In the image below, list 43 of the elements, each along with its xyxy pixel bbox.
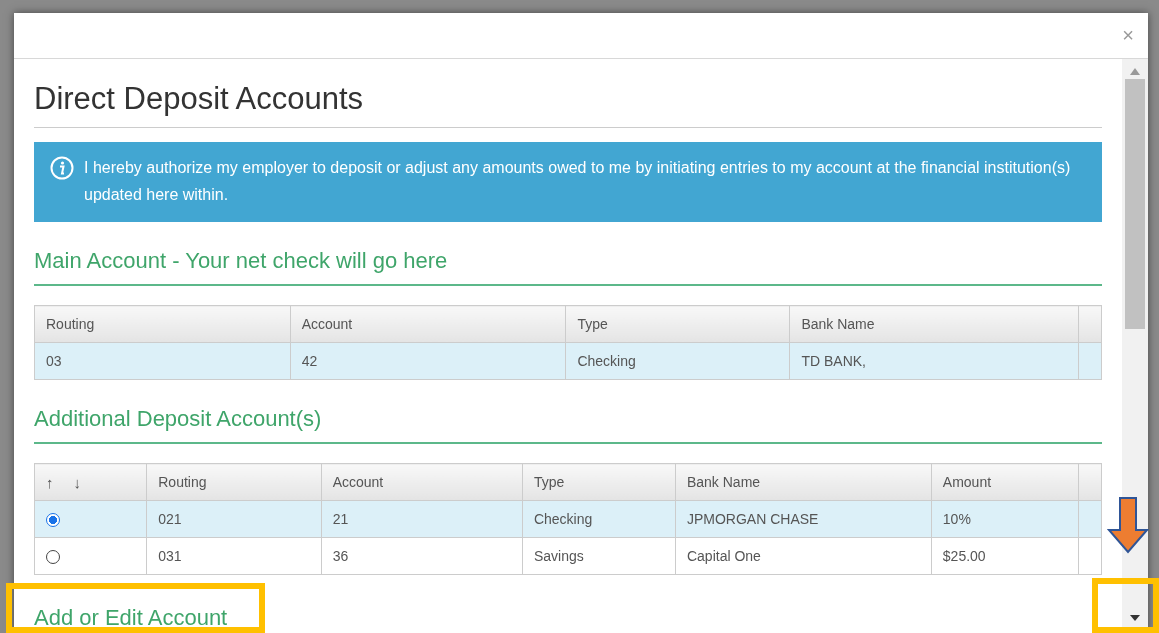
- column-header: Routing: [146, 463, 322, 501]
- sort-up-button[interactable]: ↑: [46, 473, 54, 491]
- table-cell: 36: [321, 537, 523, 575]
- section-heading: Additional Deposit Account(s): [34, 406, 1102, 444]
- table-cell: Savings: [522, 537, 676, 575]
- column-header: Bank Name: [675, 463, 932, 501]
- table-cell: 42: [290, 342, 566, 380]
- section-heading: Add or Edit Account: [34, 605, 229, 632]
- down-arrow-icon: [1107, 497, 1149, 555]
- table-row[interactable]: 03 42 Checking TD BANK,: [34, 342, 1102, 380]
- scroll-down-icon[interactable]: [1130, 615, 1140, 621]
- dialog-title: Direct Deposit Accounts: [34, 81, 1102, 128]
- highlight-frame: [1092, 578, 1159, 633]
- column-header: Routing: [34, 305, 291, 343]
- table-cell: TD BANK,: [789, 342, 1079, 380]
- column-header: Type: [565, 305, 790, 343]
- column-header: [1078, 463, 1102, 501]
- scroll-up-icon[interactable]: [1130, 68, 1140, 75]
- row-radio[interactable]: [46, 513, 60, 528]
- column-header: Account: [290, 305, 566, 343]
- column-header: [1078, 305, 1102, 343]
- column-header: Amount: [931, 463, 1079, 501]
- table-cell: 031: [146, 537, 322, 575]
- row-radio[interactable]: [46, 550, 60, 565]
- table-cell: JPMORGAN CHASE: [675, 500, 932, 538]
- notice-text: I hereby authorize my employer to deposit or adjust any amounts owed to me by initiating entries to my account at the financial institution(s) updated here within.: [84, 158, 1072, 205]
- table-cell: 10%: [931, 500, 1079, 538]
- scrollbar-thumb[interactable]: [1125, 79, 1145, 329]
- table-cell: Checking: [522, 500, 676, 538]
- table-cell: 03: [34, 342, 291, 380]
- table-cell: 021: [146, 500, 322, 538]
- table-cell: Checking: [565, 342, 790, 380]
- table-row[interactable]: 031 36 Savings Capital One $25.00: [34, 537, 1102, 575]
- sort-down-button[interactable]: ↓: [73, 473, 81, 491]
- info-icon: [50, 156, 74, 180]
- table-row[interactable]: 021 21 Checking JPMORGAN CHASE 10%: [34, 500, 1102, 538]
- table-cell: Capital One: [675, 537, 932, 575]
- column-header: Bank Name: [789, 305, 1079, 343]
- section-heading: Main Account - Your net check will go here: [34, 248, 1102, 286]
- table-cell: 21: [321, 500, 523, 538]
- column-header: Account: [321, 463, 523, 501]
- table-cell: $25.00: [931, 537, 1079, 575]
- column-header: Type: [522, 463, 676, 501]
